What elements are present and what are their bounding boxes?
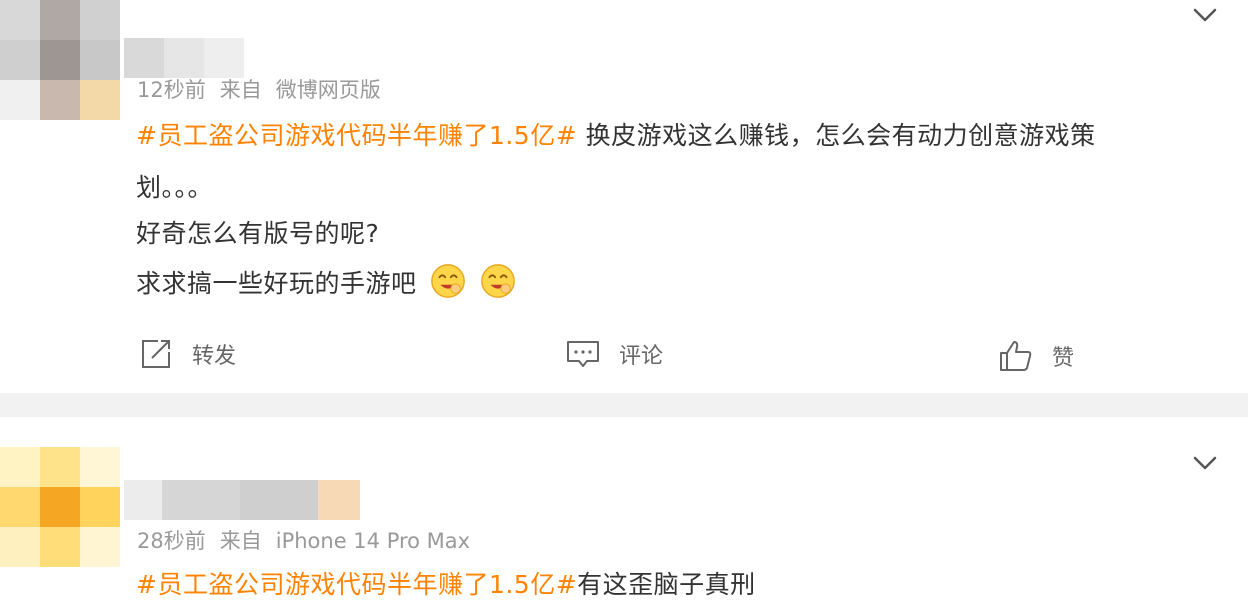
comment-button[interactable]: 评论: [565, 336, 663, 372]
post-text-line-3: 好奇怎么有版号的呢?: [136, 219, 380, 248]
weibo-post-2: 28秒前 来自 iPhone 14 Pro Max #员工盗公司游戏代码半年赚了1.…: [0, 417, 1248, 614]
topic-link[interactable]: #员工盗公司游戏代码半年赚了1.5亿#: [136, 121, 577, 150]
post-time: 12秒前: [137, 78, 206, 102]
post-text-line-4: 求求搞一些好玩的手游吧: [136, 262, 517, 300]
post-text: 换皮游戏这么赚钱，怎么会有动力创意游戏策: [577, 121, 1096, 150]
post-meta: 12秒前 来自 微博网页版: [137, 74, 395, 104]
chevron-down-icon[interactable]: [1185, 2, 1225, 32]
grin-emoji-icon: [481, 264, 516, 298]
repost-button[interactable]: 转发: [138, 336, 236, 372]
topic-link[interactable]: #员工盗公司游戏代码半年赚了1.5亿#: [136, 570, 577, 599]
post-source[interactable]: iPhone 14 Pro Max: [276, 529, 470, 553]
post-time: 28秒前: [137, 529, 206, 553]
weibo-post-1: 12秒前 来自 微博网页版 #员工盗公司游戏代码半年赚了1.5亿# 换皮游戏这么赚钱…: [0, 0, 1248, 393]
username-blurred[interactable]: [124, 480, 360, 520]
post-text-line-1: #员工盗公司游戏代码半年赚了1.5亿#有这歪脑子真刑: [136, 565, 756, 601]
like-button[interactable]: 赞: [998, 338, 1074, 374]
avatar-blurred[interactable]: [0, 0, 124, 120]
comment-label: 评论: [619, 344, 664, 369]
thumbs-up-icon: [1000, 341, 1032, 371]
post-from-label: 来自: [219, 529, 262, 553]
chevron-down-icon[interactable]: [1185, 450, 1225, 480]
post-from-label: 来自: [219, 78, 262, 102]
post-separator: [0, 393, 1248, 417]
post-text-line-2: 划。。。: [136, 173, 214, 202]
repost-label: 转发: [192, 344, 237, 369]
grin-emoji-icon: [431, 264, 465, 298]
post-text: 有这歪脑子真刑: [577, 570, 756, 599]
post-meta: 28秒前 来自 iPhone 14 Pro Max: [137, 525, 484, 555]
repost-icon: [142, 340, 170, 368]
comment-icon: [567, 341, 599, 367]
post-source[interactable]: 微博网页版: [276, 78, 381, 102]
post-text-line-1: #员工盗公司游戏代码半年赚了1.5亿# 换皮游戏这么赚钱，怎么会有动力创意游戏策: [136, 116, 1096, 152]
post-text: 求求搞一些好玩的手游吧: [136, 269, 417, 298]
like-label: 赞: [1052, 346, 1075, 371]
avatar-blurred[interactable]: [0, 447, 124, 567]
username-blurred[interactable]: [124, 38, 244, 78]
